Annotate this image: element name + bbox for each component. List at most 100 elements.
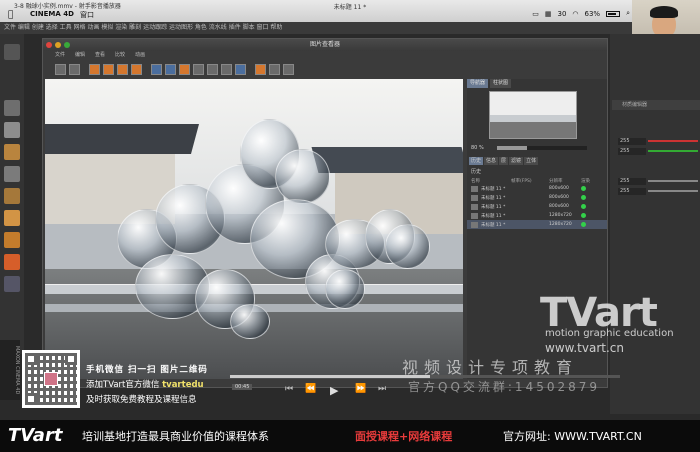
qr-code [22, 350, 80, 408]
app-name[interactable]: CINEMA 4D [30, 10, 74, 18]
grid-icon[interactable] [4, 276, 20, 292]
ab-compare-icon[interactable] [151, 63, 162, 75]
status-dot-icon [581, 204, 586, 209]
texture-icon[interactable] [4, 144, 20, 160]
points-icon[interactable] [4, 166, 20, 182]
navigator-thumbnail[interactable] [489, 91, 577, 139]
tab-stereo[interactable]: 立体 [524, 157, 539, 165]
polygons-icon[interactable] [4, 210, 20, 226]
model-icon[interactable] [4, 100, 20, 116]
minimize-icon[interactable] [55, 42, 61, 48]
zoom-slider[interactable] [497, 146, 587, 150]
zoom-row: 80 % [467, 143, 607, 153]
tab-navigator[interactable]: 导航器 [467, 79, 489, 88]
playback-progress[interactable] [230, 375, 620, 378]
render-thumb-icon [471, 203, 478, 210]
axis-icon[interactable] [4, 232, 20, 248]
info-tabs: 历史 信息 层 滤镜 立体 [467, 157, 607, 165]
history-row[interactable]: 未标题 11 * 1280x720 [467, 220, 607, 229]
undo-icon[interactable] [4, 44, 20, 60]
alpha-icon[interactable] [255, 63, 266, 75]
viewer-title: 图片查看器 [309, 41, 340, 48]
promo-line-3: 及时获取免费教程及课程信息 [86, 395, 197, 405]
value-field[interactable]: 255 [618, 148, 646, 155]
save-icon[interactable] [69, 63, 80, 75]
magnet-icon[interactable] [4, 254, 20, 270]
history-name: 未标题 11 * [481, 204, 506, 210]
render-image[interactable] [45, 79, 463, 379]
lut-icon[interactable] [179, 63, 190, 75]
red-slider[interactable] [648, 140, 698, 142]
col-name[interactable]: 名称 [471, 178, 511, 184]
display-icon[interactable]: ▭ [532, 10, 539, 18]
tab-histogram[interactable]: 柱状图 [490, 79, 512, 88]
fit-icon[interactable] [235, 63, 246, 75]
apple-icon[interactable]:  [8, 10, 13, 20]
left-toolbar [0, 34, 24, 354]
menu-edit[interactable]: 编辑 [75, 51, 85, 60]
col-render[interactable]: 渲染 [581, 178, 591, 184]
render-region-icon[interactable] [103, 63, 114, 75]
col-resolution[interactable]: 分辨率 [549, 178, 581, 184]
zoom-value[interactable]: 80 % [471, 145, 484, 151]
menu-animation[interactable]: 动画 [135, 51, 145, 60]
open-icon[interactable] [55, 63, 66, 75]
render-icon[interactable] [89, 63, 100, 75]
tab-history[interactable]: 历史 [469, 157, 484, 165]
render-all-icon[interactable] [131, 63, 142, 75]
battery-icon[interactable] [606, 10, 621, 17]
tab-info[interactable]: 信息 [484, 157, 499, 165]
slider[interactable] [648, 180, 698, 182]
tab-layers[interactable]: 层 [499, 157, 509, 165]
one-to-one-icon[interactable] [269, 63, 280, 75]
close-icon[interactable] [46, 42, 52, 48]
history-row[interactable]: 未标题 11 * 800x600 [467, 193, 607, 202]
value-field[interactable]: 255 [618, 188, 646, 195]
zoom-icon[interactable] [64, 42, 70, 48]
menu-window[interactable]: 窗口 [80, 10, 94, 20]
rewind-icon[interactable]: ⏪ [305, 384, 316, 394]
next-icon[interactable]: ⏭ [378, 384, 386, 394]
fullscreen-icon[interactable] [283, 63, 294, 75]
edges-icon[interactable] [4, 188, 20, 204]
tab-filter[interactable]: 滤镜 [509, 157, 524, 165]
metaball [385, 224, 430, 269]
stop-icon[interactable] [117, 63, 128, 75]
thumbnail-sky [490, 92, 576, 115]
render-roof-left [45, 124, 200, 154]
material-editor-header[interactable]: 材质编辑器 [612, 100, 700, 110]
green-slider[interactable] [648, 150, 698, 152]
promo-wechat-id: tvartedu [162, 380, 204, 390]
history-res: 800x600 [549, 204, 569, 209]
menu-compare[interactable]: 比较 [115, 51, 125, 60]
thumbnail-ground [490, 122, 576, 138]
prev-icon[interactable]: ⏮ [285, 384, 293, 394]
col-fps[interactable]: 帧率(FPS) [511, 178, 549, 184]
wifi-icon[interactable]: ◠ [572, 10, 578, 18]
menu-view[interactable]: 查看 [95, 51, 105, 60]
history-label: 历史 [471, 169, 482, 175]
viewer-titlebar[interactable]: 图片查看器 [43, 39, 607, 51]
swap-icon[interactable] [165, 63, 176, 75]
stereo-icon[interactable] [221, 63, 232, 75]
footer-website: 官方网址: WWW.TVART.CN [503, 430, 642, 443]
history-row[interactable]: 未标题 11 * 800x600 [467, 184, 607, 193]
battery-percent: 63% [584, 9, 601, 18]
play-icon[interactable]: ▶ [330, 384, 338, 397]
status-dot-icon [581, 195, 586, 200]
value-field[interactable]: 255 [618, 138, 646, 145]
cal-icon[interactable]: ▦ [545, 10, 552, 18]
slider[interactable] [648, 190, 698, 192]
search-icon[interactable]: ⌕ [626, 9, 630, 18]
history-row[interactable]: 未标题 11 * 1280x720 [467, 211, 607, 220]
rgb-icon[interactable] [193, 63, 204, 75]
status-dot-icon [581, 222, 586, 227]
history-name: 未标题 11 * [481, 222, 506, 228]
c4d-menubar[interactable]: 文件 编辑 创建 选择 工具 网格 动画 模拟 渲染 雕刻 运动跟踪 运动图形 … [0, 22, 632, 34]
channel-icon[interactable] [207, 63, 218, 75]
forward-icon[interactable]: ⏩ [355, 384, 366, 394]
history-row[interactable]: 未标题 11 * 800x600 [467, 202, 607, 211]
menu-file[interactable]: 文件 [55, 51, 65, 60]
value-field[interactable]: 255 [618, 178, 646, 185]
checker-icon[interactable] [4, 122, 20, 138]
